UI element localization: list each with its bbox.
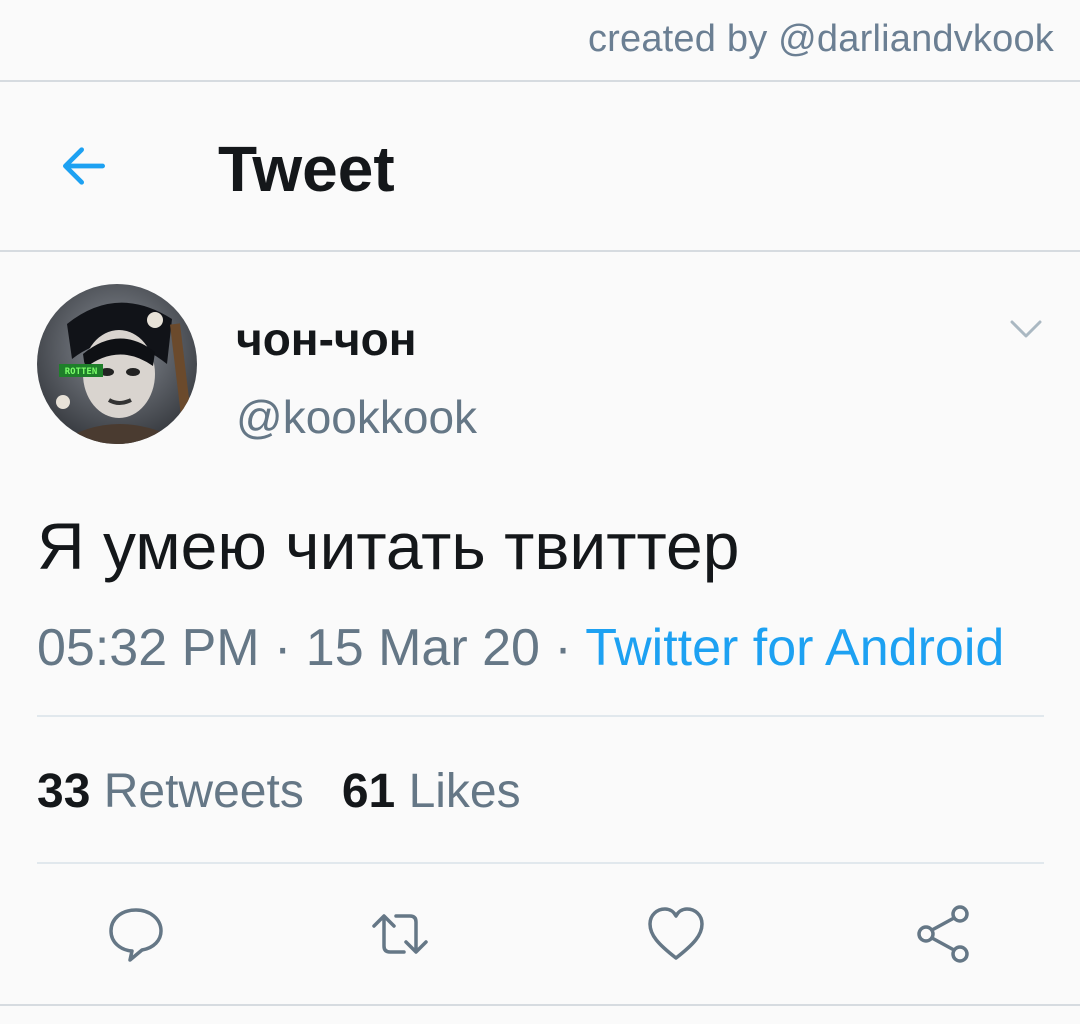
author-handle[interactable]: @kookkook <box>236 390 477 444</box>
tweet-stats: 33 Retweets 61 Likes <box>37 764 521 819</box>
reply-icon <box>109 908 163 962</box>
avatar[interactable]: ROTTEN <box>37 284 197 444</box>
chevron-down-icon <box>1010 320 1042 338</box>
stats-divider <box>37 862 1044 864</box>
like-button[interactable] <box>644 902 708 966</box>
page-title: Tweet <box>218 133 395 205</box>
like-icon <box>648 907 704 960</box>
arrow-left-icon <box>62 147 105 185</box>
watermark-credit: created by @darliandvkook <box>587 18 1054 60</box>
retweet-icon <box>372 914 428 954</box>
reply-button[interactable] <box>104 902 168 966</box>
tweet-source-link[interactable]: Twitter for Android <box>585 619 1004 677</box>
likes-stat[interactable]: 61 Likes <box>342 765 521 818</box>
likes-label: Likes <box>408 765 521 818</box>
share-button[interactable] <box>912 902 976 966</box>
tweet-actions <box>0 890 1080 980</box>
retweets-stat[interactable]: 33 Retweets <box>37 765 304 818</box>
avatar-badge-text: ROTTEN <box>65 367 98 377</box>
tweet-date: 15 Mar 20 <box>305 619 540 677</box>
back-button[interactable] <box>52 134 116 198</box>
meta-separator: · <box>259 619 306 677</box>
meta-separator: · <box>539 619 586 677</box>
retweets-label: Retweets <box>103 765 304 818</box>
likes-count: 61 <box>341 765 396 818</box>
retweets-count: 33 <box>37 765 91 818</box>
app-header: Tweet <box>0 82 1080 250</box>
more-options-button[interactable] <box>1006 314 1046 344</box>
author-display-name[interactable]: чон-чон <box>236 312 417 366</box>
retweet-button[interactable] <box>368 902 432 966</box>
header-divider <box>0 250 1080 252</box>
tweet-time: 05:32 PM <box>37 619 260 677</box>
share-icon <box>917 905 969 963</box>
tweet-meta: 05:32 PM · 15 Mar 20 · Twitter for Andro… <box>37 618 1004 678</box>
bottom-divider <box>0 1004 1080 1006</box>
meta-divider <box>37 715 1044 717</box>
tweet-text: Я умею читать твиттер <box>37 509 740 583</box>
